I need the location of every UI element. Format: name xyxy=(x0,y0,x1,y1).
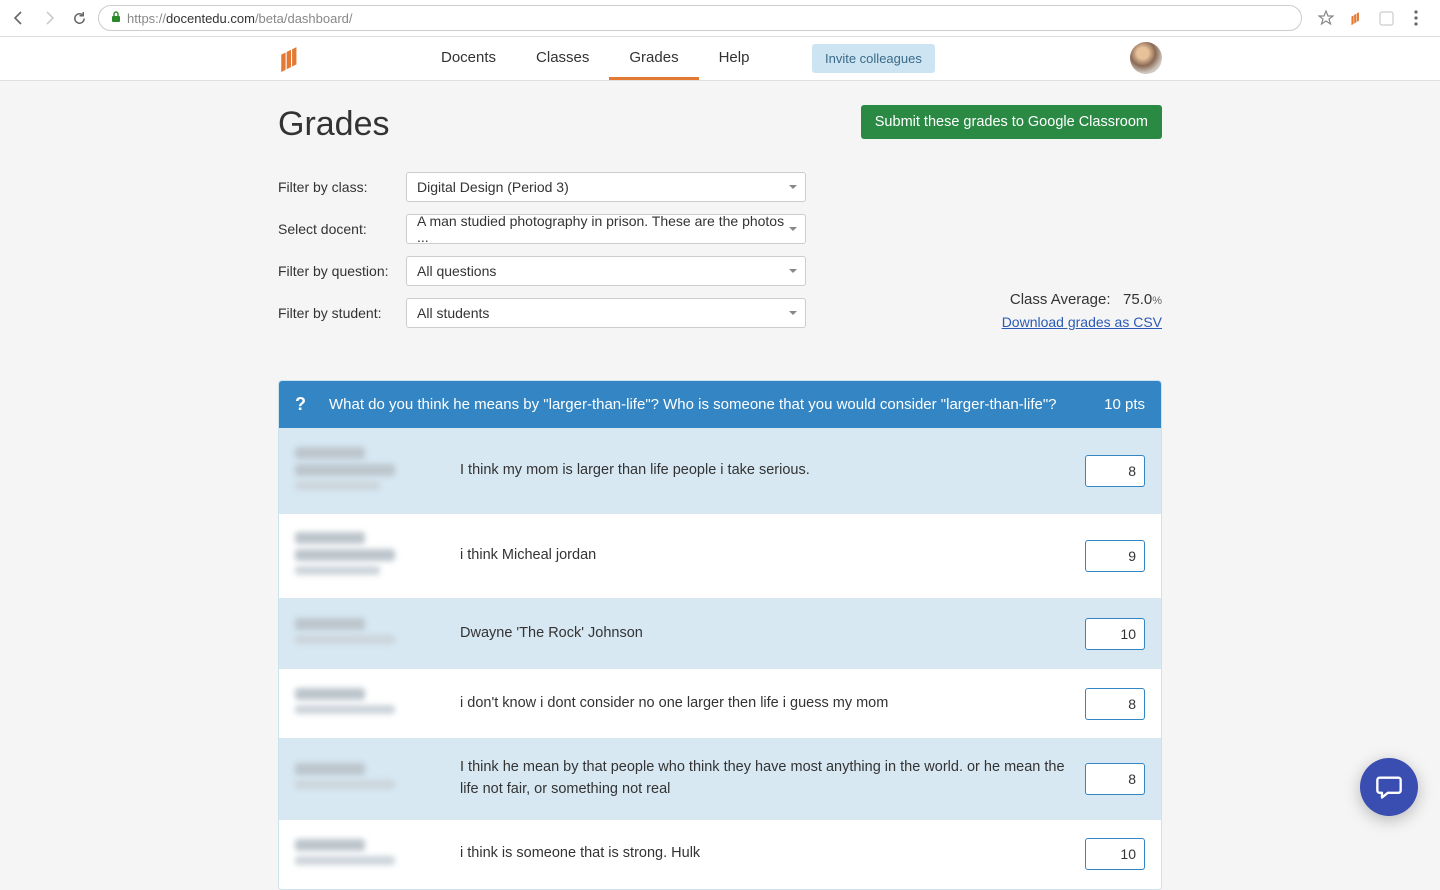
class-average: Class Average: 75.0% xyxy=(1010,291,1162,308)
nav-tab-grades[interactable]: Grades xyxy=(609,37,698,80)
answer-text: I think my mom is larger than life peopl… xyxy=(460,460,1085,482)
grade-input[interactable] xyxy=(1085,540,1145,572)
nav-tab-classes[interactable]: Classes xyxy=(516,37,609,80)
nav-tabs: DocentsClassesGradesHelp xyxy=(421,37,769,80)
extension-icon[interactable] xyxy=(1378,10,1394,26)
filter-class-label: Filter by class: xyxy=(278,179,406,195)
question-icon: ? xyxy=(295,394,313,415)
filter-class-select[interactable]: Digital Design (Period 3) xyxy=(406,172,806,202)
reload-button[interactable] xyxy=(70,10,88,26)
bookmark-star-icon[interactable] xyxy=(1318,10,1334,26)
answer-row: I think my mom is larger than life peopl… xyxy=(279,428,1161,513)
answer-row: Dwayne 'The Rock' Johnson xyxy=(279,598,1161,668)
invite-colleagues-button[interactable]: Invite colleagues xyxy=(812,44,935,73)
grade-input[interactable] xyxy=(1085,838,1145,870)
student-name-redacted xyxy=(295,839,460,870)
student-name-redacted xyxy=(295,763,460,794)
docent-extension-icon[interactable] xyxy=(1348,10,1364,26)
grade-input[interactable] xyxy=(1085,688,1145,720)
answer-row: i think is someone that is strong. Hulk xyxy=(279,819,1161,889)
student-name-redacted xyxy=(295,688,460,719)
filter-student-label: Filter by student: xyxy=(278,305,406,321)
forward-button[interactable] xyxy=(40,10,58,26)
app-logo[interactable] xyxy=(278,37,306,80)
filter-student-select[interactable]: All students xyxy=(406,298,806,328)
answer-text: I think he mean by that people who think… xyxy=(460,757,1085,801)
chat-bubble-button[interactable] xyxy=(1360,758,1418,816)
nav-tab-docents[interactable]: Docents xyxy=(421,37,516,80)
page-title: Grades xyxy=(278,105,390,144)
student-name-redacted xyxy=(295,618,460,649)
question-header: ? What do you think he means by "larger-… xyxy=(279,381,1161,428)
avatar[interactable] xyxy=(1130,42,1162,74)
answer-text: i don't know i dont consider no one larg… xyxy=(460,693,1085,715)
question-points: 10 pts xyxy=(1104,396,1145,413)
answer-row: i think Micheal jordan xyxy=(279,513,1161,598)
answer-text: i think is someone that is strong. Hulk xyxy=(460,843,1085,865)
lock-icon xyxy=(111,11,121,26)
answer-row: i don't know i dont consider no one larg… xyxy=(279,668,1161,738)
question-text: What do you think he means by "larger-th… xyxy=(329,396,1088,413)
download-csv-link[interactable]: Download grades as CSV xyxy=(1002,314,1162,330)
submit-grades-button[interactable]: Submit these grades to Google Classroom xyxy=(861,105,1162,139)
student-name-redacted xyxy=(295,532,460,580)
address-bar[interactable]: https://docentedu.com/beta/dashboard/ xyxy=(98,5,1302,31)
filter-question-label: Filter by question: xyxy=(278,263,406,279)
answer-row: I think he mean by that people who think… xyxy=(279,738,1161,819)
back-button[interactable] xyxy=(10,10,28,26)
nav-tab-help[interactable]: Help xyxy=(699,37,770,80)
answer-text: Dwayne 'The Rock' Johnson xyxy=(460,623,1085,645)
filter-question-select[interactable]: All questions xyxy=(406,256,806,286)
answer-text: i think Micheal jordan xyxy=(460,545,1085,567)
student-name-redacted xyxy=(295,447,460,495)
filter-docent-select[interactable]: A man studied photography in prison. The… xyxy=(406,214,806,244)
main-header: DocentsClassesGradesHelp Invite colleagu… xyxy=(0,37,1440,81)
browser-toolbar: https://docentedu.com/beta/dashboard/ xyxy=(0,0,1440,37)
grade-input[interactable] xyxy=(1085,618,1145,650)
grade-input[interactable] xyxy=(1085,763,1145,795)
question-block: ? What do you think he means by "larger-… xyxy=(278,380,1162,890)
grade-input[interactable] xyxy=(1085,455,1145,487)
filter-docent-label: Select docent: xyxy=(278,221,406,237)
menu-icon[interactable] xyxy=(1408,10,1424,26)
url-text: https://docentedu.com/beta/dashboard/ xyxy=(127,11,353,26)
